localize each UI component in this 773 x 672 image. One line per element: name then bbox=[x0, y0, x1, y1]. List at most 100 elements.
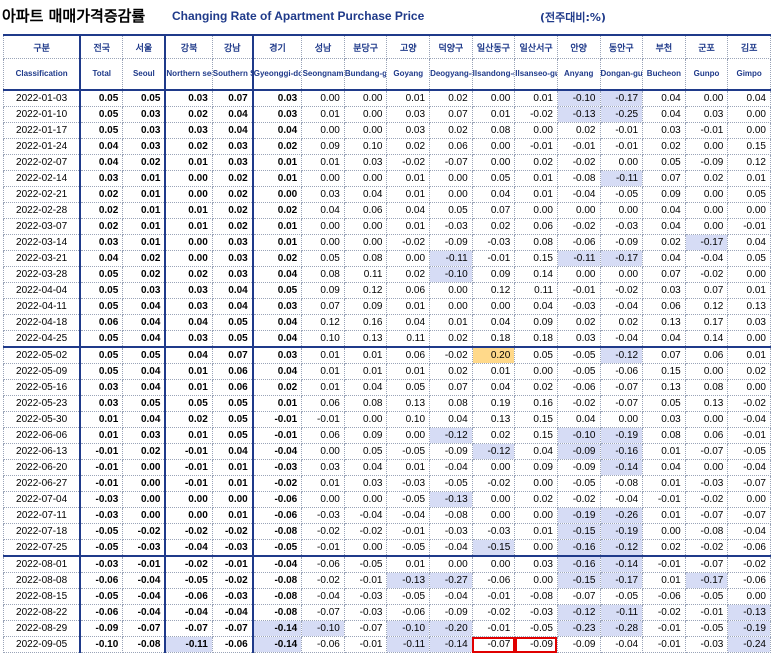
rate-cell: 0.03 bbox=[211, 266, 254, 283]
column-header-english: Seoul bbox=[122, 58, 167, 91]
rate-cell: -0.02 bbox=[164, 523, 213, 540]
table-row: 2022-01-03 0.05 0.05 0.03 0.07 0.03 0.00 0.00 0.… bbox=[3, 89, 771, 107]
rate-cell: 0.01 bbox=[164, 427, 213, 444]
rate-cell: -0.01 bbox=[122, 555, 167, 573]
rate-cell: -0.03 bbox=[211, 539, 254, 557]
rate-cell: 0.08 bbox=[301, 266, 345, 283]
rate-cell: -0.05 bbox=[79, 539, 124, 557]
rate-cell: -0.08 bbox=[252, 604, 303, 621]
rate-cell: 0.05 bbox=[211, 411, 254, 428]
rate-cell: 0.00 bbox=[343, 491, 388, 508]
row-date-cell: 2022-02-28 bbox=[3, 202, 82, 219]
rate-cell: 0.02 bbox=[514, 491, 558, 508]
rate-cell: 0.00 bbox=[727, 106, 771, 123]
rate-cell: -0.24 bbox=[727, 636, 771, 653]
rate-cell: 0.04 bbox=[252, 314, 303, 331]
rate-cell: 0.04 bbox=[211, 298, 254, 315]
rate-cell: 0.05 bbox=[429, 202, 473, 219]
rate-cell: -0.19 bbox=[599, 523, 644, 540]
rate-cell: -0.04 bbox=[727, 411, 771, 428]
row-date-cell: 2022-05-09 bbox=[3, 363, 82, 380]
rate-cell: -0.07 bbox=[727, 507, 771, 524]
rate-cell: 0.00 bbox=[727, 122, 771, 139]
rate-cell: 0.03 bbox=[122, 427, 167, 444]
rate-cell: 0.18 bbox=[471, 330, 516, 348]
rate-cell: -0.04 bbox=[429, 539, 473, 557]
rate-cell: -0.06 bbox=[211, 636, 254, 653]
column-header-english: Bucheon bbox=[642, 58, 686, 91]
table-row: 2022-01-10 0.05 0.03 0.02 0.04 0.03 0.01 0.00 0.… bbox=[3, 106, 771, 123]
rate-cell: 0.02 bbox=[429, 122, 473, 139]
rate-cell: 0.01 bbox=[252, 234, 303, 251]
rate-cell: -0.01 bbox=[164, 459, 213, 476]
rate-cell: -0.03 bbox=[79, 491, 124, 508]
rate-cell: 0.04 bbox=[429, 411, 473, 428]
rate-cell: 0.00 bbox=[727, 588, 771, 605]
rate-cell: -0.05 bbox=[727, 443, 771, 460]
rate-cell: 0.01 bbox=[164, 379, 213, 396]
rate-cell: -0.17 bbox=[599, 250, 644, 267]
row-date-cell: 2022-04-04 bbox=[3, 282, 82, 299]
rate-cell: 0.00 bbox=[164, 491, 213, 508]
rate-cell: 0.02 bbox=[79, 186, 124, 203]
table-row: 2022-07-25 -0.05 -0.03 -0.04 -0.03 -0.05 -0.01… bbox=[3, 539, 771, 557]
rate-cell: 0.01 bbox=[301, 154, 345, 171]
table-row: 2022-08-01 -0.03 -0.01 -0.02 -0.01 -0.04 -0.06… bbox=[3, 555, 771, 573]
rate-cell: -0.19 bbox=[556, 507, 601, 524]
rate-cell: -0.14 bbox=[599, 555, 644, 573]
rate-cell: 0.09 bbox=[642, 186, 686, 203]
rate-cell: 0.01 bbox=[301, 475, 345, 492]
column-header-korean: 구분 bbox=[3, 34, 82, 59]
column-header-korean: 고양 bbox=[386, 34, 431, 59]
rate-cell: 0.04 bbox=[642, 459, 686, 476]
rate-cell: -0.02 bbox=[164, 555, 213, 573]
rate-cell: 0.01 bbox=[386, 363, 431, 380]
table-row: 2022-05-23 0.03 0.05 0.05 0.05 0.01 0.06 0.08 0.… bbox=[3, 395, 771, 412]
rate-cell: -0.01 bbox=[727, 218, 771, 235]
rate-cell: 0.19 bbox=[471, 395, 516, 412]
rate-cell: 0.01 bbox=[386, 218, 431, 235]
rate-cell: 0.01 bbox=[514, 523, 558, 540]
rate-cell: 0.02 bbox=[642, 234, 686, 251]
table-body: 2022-01-03 0.05 0.05 0.03 0.07 0.03 0.00 0.00 0.… bbox=[3, 89, 771, 653]
rate-cell: -0.06 bbox=[599, 363, 644, 380]
rate-cell: -0.05 bbox=[684, 620, 729, 637]
rate-cell: -0.04 bbox=[429, 588, 473, 605]
rate-cell: 0.00 bbox=[164, 507, 213, 524]
rate-cell: -0.03 bbox=[471, 523, 516, 540]
rate-cell: 0.00 bbox=[164, 234, 213, 251]
rate-cell: -0.09 bbox=[599, 234, 644, 251]
rate-cell: 0.06 bbox=[343, 202, 388, 219]
rate-cell: 0.02 bbox=[122, 250, 167, 267]
rate-cell: -0.06 bbox=[252, 491, 303, 508]
rate-cell: -0.11 bbox=[429, 250, 473, 267]
rate-cell: 0.10 bbox=[301, 330, 345, 348]
rate-cell: 0.04 bbox=[386, 202, 431, 219]
rate-cell: -0.04 bbox=[122, 604, 167, 621]
rate-cell: 0.00 bbox=[514, 202, 558, 219]
rate-cell: 0.05 bbox=[79, 106, 124, 123]
rate-cell: -0.01 bbox=[599, 138, 644, 155]
rate-cell: -0.07 bbox=[599, 379, 644, 396]
rate-cell: -0.06 bbox=[471, 572, 516, 589]
rate-cell: -0.02 bbox=[301, 572, 345, 589]
rate-cell: -0.02 bbox=[471, 604, 516, 621]
rate-cell: 0.02 bbox=[429, 89, 473, 107]
rate-cell: 0.00 bbox=[343, 122, 388, 139]
rate-cell: 0.01 bbox=[386, 170, 431, 187]
rate-cell: -0.08 bbox=[514, 588, 558, 605]
rate-cell: 0.01 bbox=[343, 346, 388, 364]
row-date-cell: 2022-04-18 bbox=[3, 314, 82, 331]
rate-cell: 0.04 bbox=[727, 89, 771, 107]
rate-cell: 0.00 bbox=[429, 282, 473, 299]
row-date-cell: 2022-05-30 bbox=[3, 411, 82, 428]
rate-cell: -0.02 bbox=[386, 154, 431, 171]
rate-cell: 0.05 bbox=[252, 282, 303, 299]
rate-cell: -0.09 bbox=[684, 154, 729, 171]
rate-cell: -0.04 bbox=[122, 588, 167, 605]
rate-cell: -0.07 bbox=[164, 620, 213, 637]
rate-cell: -0.25 bbox=[599, 106, 644, 123]
rate-cell: 0.00 bbox=[684, 89, 729, 107]
rate-cell: 0.04 bbox=[471, 379, 516, 396]
rate-cell: 0.01 bbox=[386, 459, 431, 476]
